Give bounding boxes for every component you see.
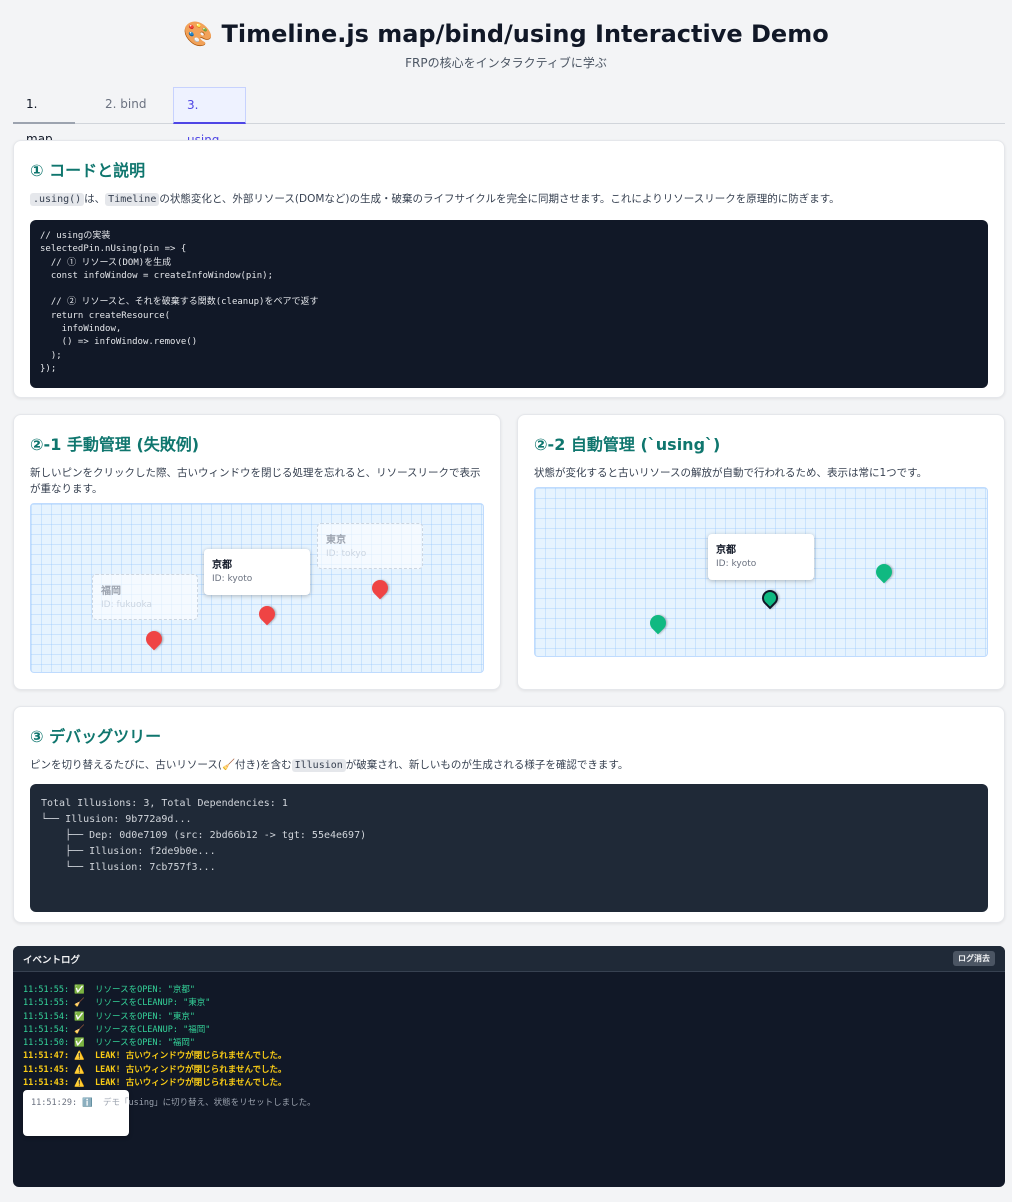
log-entry: 11:51:50: ✅ リソースをOPEN: "福岡" xyxy=(23,1038,196,1049)
section-description: ピンを切り替えるたびに、古いリソース(🧹付き)を含む Illusion が破棄され、… xyxy=(30,759,629,772)
code-line: // usingの実装 xyxy=(40,231,111,241)
map-auto[interactable]: 京都 ID: kyoto xyxy=(534,487,988,657)
tab-bar: 1. map 2. bind 3. using xyxy=(13,87,1005,147)
code-line: selectedPin.nUsing(pin => { xyxy=(40,244,187,255)
info-window-tokyo: 東京 ID: tokyo xyxy=(317,523,423,569)
section-title: ① コードと説明 xyxy=(30,161,146,180)
section-description: 新しいピンをクリックした際、古いウィンドウを閉じる処理を忘れると、リソースリーク… xyxy=(30,467,481,495)
tree-line: └── Illusion: 9b772a9d... xyxy=(41,814,192,825)
info-window-fukuoka: 福岡 ID: fukuoka xyxy=(92,574,198,620)
info-window-kyoto: 京都 ID: kyoto xyxy=(204,549,310,595)
section-title: ②-1 手動管理 (失敗例) xyxy=(30,435,200,454)
map-manual[interactable]: 東京 ID: tokyo 福岡 ID: fukuoka 京都 ID: kyoto xyxy=(30,503,484,673)
log-entry: 11:51:55: ✅ リソースをOPEN: "京都" xyxy=(23,985,196,995)
event-log-panel: イベントログ ログ消去 11:51:55: ✅ リソースをOPEN: "京都" … xyxy=(13,946,1005,1187)
section-title: ③ デバッグツリー xyxy=(30,727,162,746)
log-entry: 11:51:54: ✅ リソースをOPEN: "東京" xyxy=(23,1011,196,1022)
tab-bind[interactable]: 2. bind xyxy=(92,87,162,124)
tab-using[interactable]: 3. using xyxy=(173,87,246,147)
event-log-title: イベントログ xyxy=(23,955,81,966)
inline-code: Timeline xyxy=(105,193,160,206)
code-line: ); xyxy=(40,350,62,361)
tree-line: Total Illusions: 3, Total Dependencies: … xyxy=(41,798,288,809)
code-line: infoWindow, xyxy=(40,324,122,335)
map-pin-tokyo[interactable] xyxy=(368,576,392,600)
tree-line: └── Illusion: 7cb757f3... xyxy=(41,862,216,873)
log-entry: 11:51:47: ⚠️ LEAK! 古いウィンドウが閉じられませんでした。 xyxy=(23,1051,287,1062)
tree-line: ├── Dep: 0d0e7109 (src: 2bd66b12 -> tgt:… xyxy=(41,830,367,841)
code-line: // ① リソース(DOM)を生成 xyxy=(40,257,172,268)
page-subtitle: FRPの核心をインタラクティブに学ぶ xyxy=(405,56,607,70)
inline-code: .using() xyxy=(30,193,85,206)
manual-management-card: ②-1 手動管理 (失敗例) 新しいピンをクリックした際、古いウィンドウを閉じる… xyxy=(13,414,501,690)
code-line: () => infoWindow.remove() xyxy=(40,337,198,348)
log-entry: 11:51:54: 🧹 リソースをCLEANUP: "福岡" xyxy=(23,1024,211,1035)
log-entry: 11:51:45: ⚠️ LEAK! 古いウィンドウが閉じられませんでした。 xyxy=(23,1064,287,1075)
clear-log-button[interactable]: ログ消去 xyxy=(953,951,995,966)
debug-tree-output: Total Illusions: 3, Total Dependencies: … xyxy=(30,784,988,912)
map-pin-tokyo[interactable] xyxy=(872,560,896,584)
log-entry: 11:51:29: ℹ️ デモ「using」に切り替え、状態をリセットしました。 xyxy=(23,1090,316,1137)
page-header: 🎨 Timeline.js map/bind/using Interactive… xyxy=(0,0,1012,80)
event-log-header: イベントログ ログ消去 xyxy=(13,946,1005,972)
info-window-kyoto: 京都 ID: kyoto xyxy=(708,534,814,580)
code-line: // ② リソースと、それを破棄する関数(cleanup)をペアで返す xyxy=(40,297,319,308)
code-line: const infoWindow = createInfoWindow(pin)… xyxy=(40,270,273,281)
map-pin-kyoto-selected[interactable] xyxy=(758,586,782,610)
tree-line: ├── Illusion: f2de9b0e... xyxy=(41,846,216,857)
log-entry: 11:51:43: ⚠️ LEAK! 古いウィンドウが閉じられませんでした。 xyxy=(23,1078,287,1089)
log-entry: 11:51:55: 🧹 リソースをCLEANUP: "東京" xyxy=(23,998,211,1009)
map-pin-fukuoka[interactable] xyxy=(142,627,166,651)
map-pin-fukuoka[interactable] xyxy=(646,611,670,635)
event-log-body: 11:51:55: ✅ リソースをOPEN: "京都" 11:51:55: 🧹 … xyxy=(13,972,1005,1137)
code-block: // usingの実装 selectedPin.nUsing(pin => { … xyxy=(30,220,988,388)
section-title: ②-2 自動管理 (`using`) xyxy=(534,435,721,454)
debug-tree-card: ③ デバッグツリー ピンを切り替えるたびに、古いリソース(🧹付き)を含む Illu… xyxy=(13,706,1005,923)
code-line: }); xyxy=(40,363,57,374)
page-title: 🎨 Timeline.js map/bind/using Interactive… xyxy=(183,20,829,48)
section-description: .using() は、 Timeline の状態変化と、外部リソース(DOMなど)の生… xyxy=(30,191,988,208)
auto-management-card: ②-2 自動管理 (`using`) 状態が変化すると古いリソースの解放が自動で… xyxy=(517,414,1005,690)
code-explanation-card: ① コードと説明 .using() は、 Timeline の状態変化と、外部リソース… xyxy=(13,140,1005,398)
tab-map[interactable]: 1. map xyxy=(13,87,75,146)
inline-code: Illusion xyxy=(291,759,346,772)
code-line: return createResource( xyxy=(40,310,171,321)
section-description: 状態が変化すると古いリソースの解放が自動で行われるため、表示は常に1つです。 xyxy=(534,467,928,479)
map-pin-kyoto[interactable] xyxy=(255,602,279,626)
